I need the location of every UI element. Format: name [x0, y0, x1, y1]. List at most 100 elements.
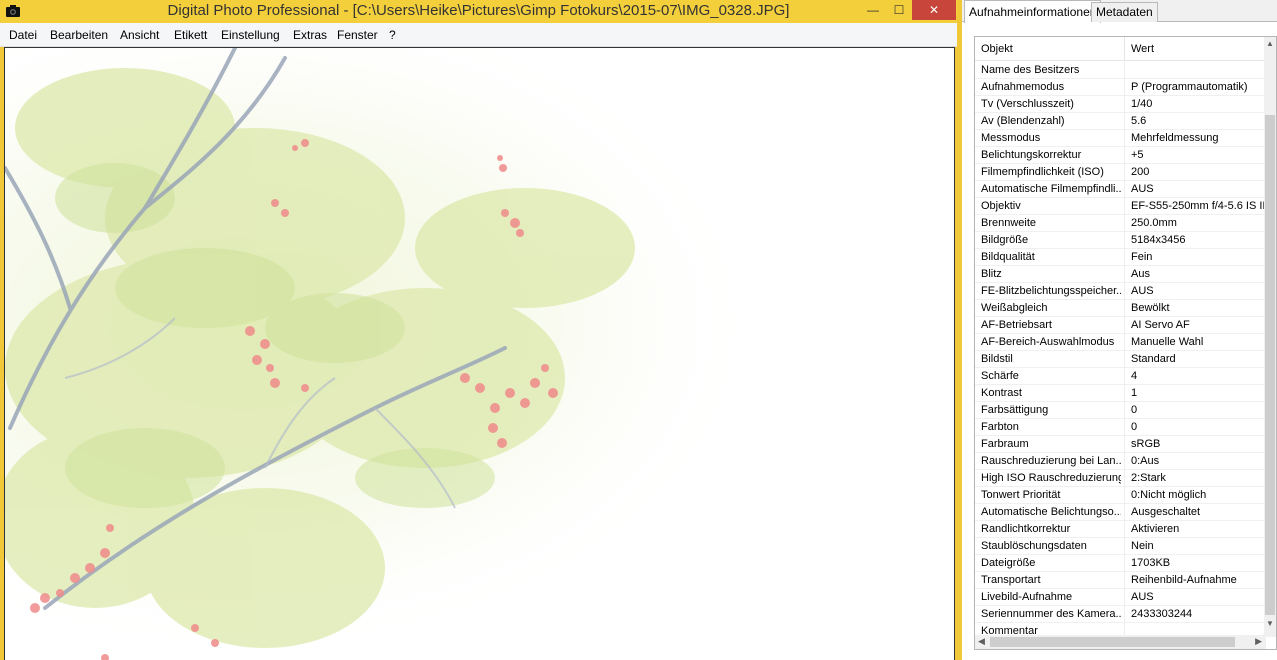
- row-key: Farbraum: [981, 438, 1029, 450]
- row-value: 2:Stark: [1131, 472, 1166, 484]
- row-divider: [1124, 385, 1125, 402]
- row-divider: [1124, 521, 1125, 538]
- scroll-up-arrow-icon[interactable]: ▲: [1264, 39, 1276, 51]
- table-row[interactable]: Farbraum sRGB: [975, 436, 1266, 453]
- scroll-left-arrow-icon[interactable]: ◀: [978, 636, 985, 647]
- table-rows: Name des Besitzers Aufnahmemodus P (Progra…: [975, 62, 1266, 640]
- row-key: FE-Blitzbelichtungsspeicher...: [981, 285, 1121, 297]
- row-key: Belichtungskorrektur: [981, 149, 1082, 161]
- table-row[interactable]: Schärfe 4: [975, 368, 1266, 385]
- table-row[interactable]: Randlichtkorrektur Aktivieren: [975, 521, 1266, 538]
- row-divider: [1124, 283, 1125, 300]
- table-row[interactable]: Farbton 0: [975, 419, 1266, 436]
- row-key: AF-Betriebsart: [981, 319, 1052, 331]
- table-row[interactable]: High ISO Rauschreduzierung 2:Stark: [975, 470, 1266, 487]
- horizontal-scrollbar[interactable]: ◀ ▶: [975, 635, 1266, 649]
- row-divider: [1124, 181, 1125, 198]
- table-row[interactable]: Seriennummer des Kamera... 2433303244: [975, 606, 1266, 623]
- row-divider: [1124, 589, 1125, 606]
- table-row[interactable]: Belichtungskorrektur +5: [975, 147, 1266, 164]
- image-viewer[interactable]: [4, 47, 955, 660]
- table-row[interactable]: Tv (Verschlusszeit) 1/40: [975, 96, 1266, 113]
- table-row[interactable]: Dateigröße 1703KB: [975, 555, 1266, 572]
- table-row[interactable]: Livebild-Aufnahme AUS: [975, 589, 1266, 606]
- close-button[interactable]: ✕: [912, 0, 956, 20]
- table-row[interactable]: Farbsättigung 0: [975, 402, 1266, 419]
- table-row[interactable]: Staublöschungsdaten Nein: [975, 538, 1266, 555]
- row-divider: [1124, 164, 1125, 181]
- table-row[interactable]: Blitz Aus: [975, 266, 1266, 283]
- row-divider: [1124, 368, 1125, 385]
- tab-metadaten[interactable]: Metadaten: [1091, 2, 1158, 22]
- tab-strip: Aufnahmeinformationen Metadaten: [962, 0, 1277, 23]
- maximize-button[interactable]: ☐: [886, 0, 912, 20]
- row-value: 0: [1131, 404, 1138, 416]
- row-divider: [1124, 266, 1125, 283]
- row-key: Bildqualität: [981, 251, 1035, 263]
- row-key: Farbsättigung: [981, 404, 1049, 416]
- row-divider: [1124, 300, 1125, 317]
- table-row[interactable]: Filmempfindlichkeit (ISO) 200: [975, 164, 1266, 181]
- title-bar[interactable]: Digital Photo Professional - [C:\Users\H…: [0, 0, 957, 23]
- row-key: Messmodus: [981, 132, 1041, 144]
- menu-etikett[interactable]: Etikett: [174, 28, 207, 42]
- row-value: Reihenbild-Aufnahme: [1131, 574, 1237, 586]
- table-row[interactable]: Kontrast 1: [975, 385, 1266, 402]
- table-row[interactable]: Rauschreduzierung bei Lan... 0:Aus: [975, 453, 1266, 470]
- table-row[interactable]: AF-Bereich-Auswahlmodus Manuelle Wahl: [975, 334, 1266, 351]
- menu-extras[interactable]: Extras: [293, 28, 327, 42]
- row-value: AUS: [1131, 285, 1154, 297]
- menu-einstellung[interactable]: Einstellung: [221, 28, 280, 42]
- table-row[interactable]: AF-Betriebsart AI Servo AF: [975, 317, 1266, 334]
- table-row[interactable]: Brennweite 250.0mm: [975, 215, 1266, 232]
- table-header: Objekt Wert: [975, 37, 1266, 61]
- table-row[interactable]: Automatische Filmempfindli... AUS: [975, 181, 1266, 198]
- scroll-down-arrow-icon[interactable]: ▼: [1264, 619, 1276, 631]
- table-row[interactable]: Weißabgleich Bewölkt: [975, 300, 1266, 317]
- column-header-objekt[interactable]: Objekt: [981, 43, 1013, 55]
- row-divider: [1124, 538, 1125, 555]
- menu-bearbeiten[interactable]: Bearbeiten: [50, 28, 108, 42]
- shot-info-table: Objekt Wert Name des Besitzers Aufnahmemo…: [974, 36, 1277, 650]
- row-key: Dateigröße: [981, 557, 1036, 569]
- row-divider: [1124, 436, 1125, 453]
- scroll-right-arrow-icon[interactable]: ▶: [1255, 636, 1262, 647]
- tab-aufnahmeinformationen[interactable]: Aufnahmeinformationen: [964, 0, 1102, 23]
- table-row[interactable]: Name des Besitzers: [975, 62, 1266, 79]
- row-divider: [1124, 113, 1125, 130]
- row-divider: [1124, 606, 1125, 623]
- vertical-scrollbar[interactable]: ▲ ▼: [1264, 37, 1276, 637]
- row-value: Manuelle Wahl: [1131, 336, 1204, 348]
- table-row[interactable]: Transportart Reihenbild-Aufnahme: [975, 572, 1266, 589]
- table-row[interactable]: Aufnahmemodus P (Programmautomatik): [975, 79, 1266, 96]
- minimize-button[interactable]: —: [860, 0, 886, 20]
- row-key: Staublöschungsdaten: [981, 540, 1087, 552]
- table-row[interactable]: Bildqualität Fein: [975, 249, 1266, 266]
- menu-ansicht[interactable]: Ansicht: [120, 28, 159, 42]
- column-divider[interactable]: [1124, 37, 1125, 61]
- row-key: Farbton: [981, 421, 1019, 433]
- row-value: Aus: [1131, 268, 1150, 280]
- row-value: Nein: [1131, 540, 1154, 552]
- column-header-wert[interactable]: Wert: [1131, 43, 1154, 55]
- menu-bar: Datei Bearbeiten Ansicht Etikett Einstel…: [0, 23, 957, 47]
- menu-datei[interactable]: Datei: [9, 28, 37, 42]
- horizontal-scroll-thumb[interactable]: [990, 637, 1235, 647]
- table-row[interactable]: Av (Blendenzahl) 5.6: [975, 113, 1266, 130]
- row-key: Automatische Belichtungso...: [981, 506, 1121, 518]
- table-row[interactable]: Bildgröße 5184x3456: [975, 232, 1266, 249]
- table-row[interactable]: Tonwert Priorität 0:Nicht möglich: [975, 487, 1266, 504]
- table-row[interactable]: Bildstil Standard: [975, 351, 1266, 368]
- table-row[interactable]: Objektiv EF-S55-250mm f/4-5.6 IS II: [975, 198, 1266, 215]
- row-value: Standard: [1131, 353, 1176, 365]
- menu-fenster[interactable]: Fenster: [337, 28, 378, 42]
- menu-help[interactable]: ?: [389, 28, 396, 42]
- vertical-scroll-thumb[interactable]: [1265, 115, 1275, 615]
- row-key: AF-Bereich-Auswahlmodus: [981, 336, 1115, 348]
- table-row[interactable]: FE-Blitzbelichtungsspeicher... AUS: [975, 283, 1266, 300]
- row-divider: [1124, 453, 1125, 470]
- row-key: Name des Besitzers: [981, 64, 1080, 76]
- row-key: Bildstil: [981, 353, 1013, 365]
- table-row[interactable]: Automatische Belichtungso... Ausgeschalte…: [975, 504, 1266, 521]
- table-row[interactable]: Messmodus Mehrfeldmessung: [975, 130, 1266, 147]
